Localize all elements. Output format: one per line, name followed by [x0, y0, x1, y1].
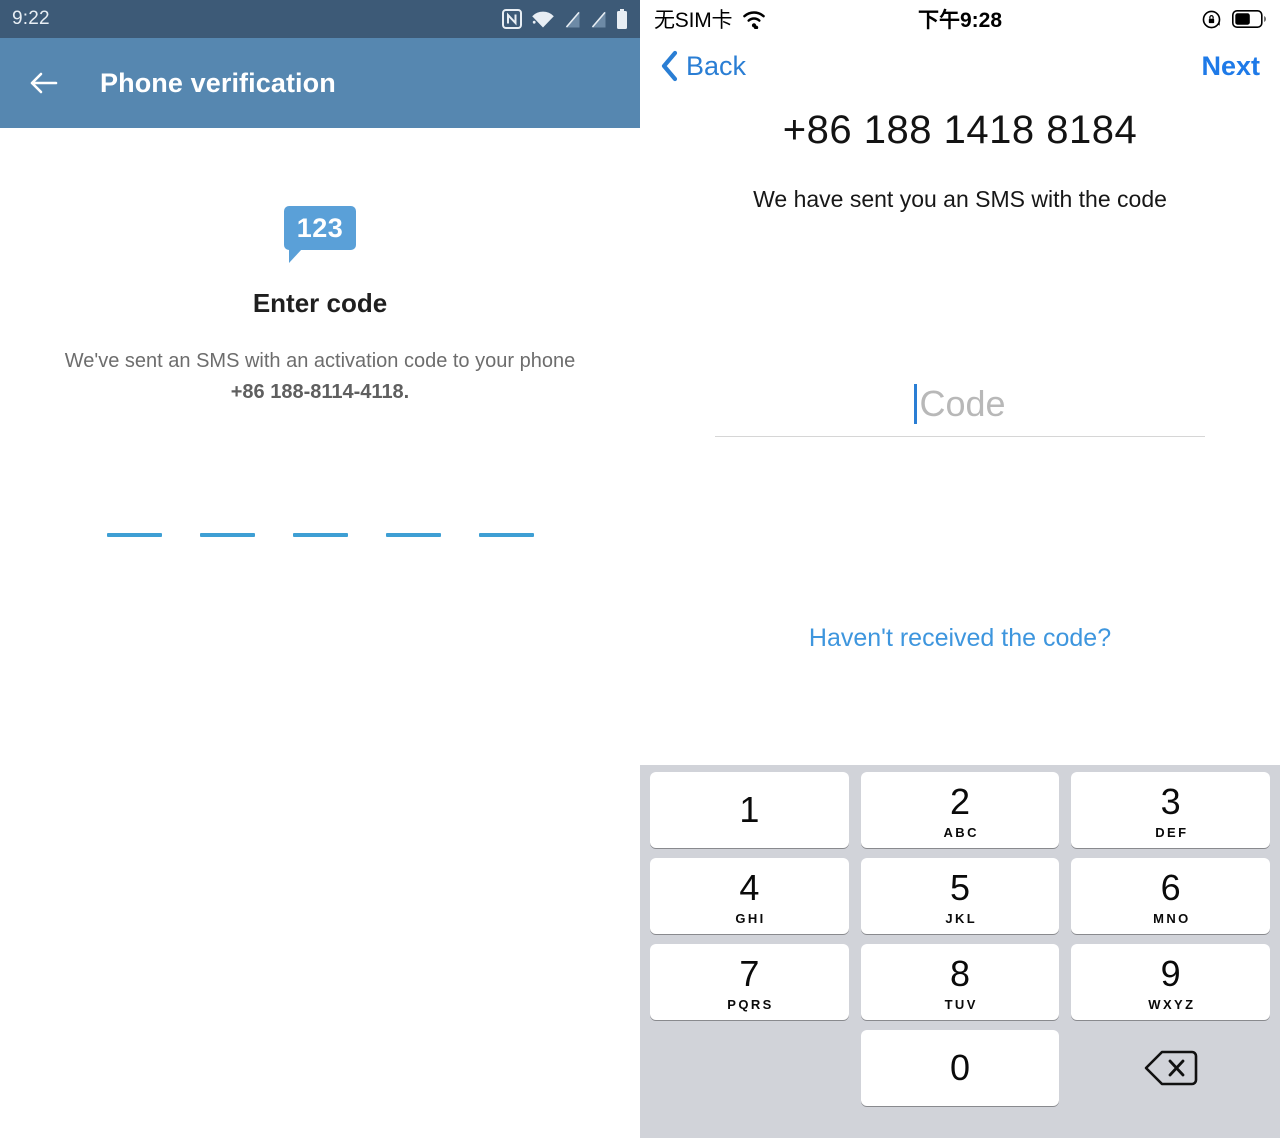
key-2-digit: 2 [949, 780, 971, 822]
key-9-digit: 9 [1160, 952, 1181, 994]
key-5[interactable]: 5 JKL [860, 858, 1060, 934]
ios-status-bar: 无SIM卡 下午9:28 [640, 0, 1280, 38]
wifi-icon [743, 11, 766, 29]
status-bar-icon-group [502, 8, 628, 30]
nfc-icon [502, 9, 522, 29]
backspace-icon [1144, 1050, 1197, 1086]
carrier-group: 无SIM卡 [654, 4, 767, 34]
key-3-letters: DEF [1155, 824, 1189, 840]
back-button[interactable]: Back [660, 50, 746, 82]
key-6-digit: 6 [1160, 866, 1181, 908]
key-2[interactable]: 2 ABC [860, 772, 1060, 848]
key-1[interactable]: 1 [650, 772, 849, 848]
keyboard-row-3: 7 PQRS 8 TUV 9 WXYZ [650, 944, 1271, 1020]
carrier-label: 无SIM卡 [654, 9, 733, 32]
chevron-left-icon [661, 50, 678, 82]
key-1-digit: 1 [739, 789, 760, 830]
battery-icon [617, 8, 627, 29]
key-7-letters: PQRS [727, 996, 774, 1012]
enter-code-description: We've sent an SMS with an activation cod… [0, 346, 640, 408]
sms-sent-subtitle: We have sent you an SMS with the code [753, 186, 1167, 212]
keyboard-row-2: 4 GHI 5 JKL 6 MNO [650, 858, 1271, 934]
sms-bubble-tail [289, 249, 302, 263]
phone-number-heading: +86 188 1418 8184 [782, 108, 1138, 152]
rotation-lock-icon [1202, 10, 1221, 28]
back-button-label: Back [686, 50, 747, 81]
no-signal-icon [565, 11, 580, 28]
description-phone-number: +86 188-8114-4118. [230, 381, 410, 403]
code-input-underline [715, 436, 1205, 437]
screenshot-root: 9:22 Phone verification 123 Enter code W… [0, 0, 1280, 1138]
key-7[interactable]: 7 PQRS [650, 944, 849, 1020]
page-title: Phone verification [100, 67, 336, 98]
wifi-icon [532, 11, 554, 27]
key-8-letters: TUV [944, 996, 978, 1012]
code-slot-3[interactable] [292, 533, 348, 537]
next-button[interactable]: Next [1201, 51, 1260, 82]
key-4[interactable]: 4 GHI [650, 858, 849, 934]
keyboard-row-4: 0 [650, 1030, 1270, 1106]
key-backspace[interactable] [1071, 1030, 1270, 1106]
key-9-letters: WXYZ [1148, 996, 1196, 1012]
key-6-letters: MNO [1153, 910, 1191, 926]
ios-numeric-keyboard: 1 2 ABC 3 DEF 4 GHI 5 JKL 6 MNO 7 PQRS 8… [640, 765, 1280, 1138]
enter-code-heading: Enter code [252, 288, 388, 318]
code-input-field[interactable]: Code [715, 372, 1205, 437]
sms-bubble-body: 123 [284, 206, 356, 250]
android-phone-verification-screen: 9:22 Phone verification 123 Enter code W… [0, 0, 640, 1138]
key-6[interactable]: 6 MNO [1071, 858, 1271, 934]
sms-bubble-label: 123 [296, 212, 344, 243]
code-slot-2[interactable] [199, 533, 255, 537]
code-slot-1[interactable] [106, 533, 162, 537]
keyboard-row-1: 1 2 ABC 3 DEF [650, 772, 1271, 848]
key-8-digit: 8 [949, 952, 971, 994]
resend-code-link[interactable]: Haven't received the code? [640, 624, 1280, 653]
code-slot-5[interactable] [478, 533, 534, 537]
android-app-bar: Phone verification [0, 38, 640, 128]
text-caret [914, 384, 918, 424]
key-5-letters: JKL [945, 910, 978, 926]
code-input-dashes[interactable] [0, 533, 640, 537]
key-8[interactable]: 8 TUV [860, 944, 1060, 1020]
key-7-digit: 7 [739, 952, 760, 994]
back-arrow-icon[interactable] [26, 66, 60, 100]
key-5-digit: 5 [949, 866, 971, 908]
key-0[interactable]: 0 [860, 1030, 1060, 1106]
description-text: We've sent an SMS with an activation cod… [64, 350, 576, 372]
no-signal-icon [591, 11, 606, 28]
battery-icon [1232, 10, 1266, 28]
code-input-row[interactable]: Code [715, 372, 1205, 436]
key-4-digit: 4 [739, 866, 760, 908]
keyboard-spacer [650, 1030, 849, 1106]
key-9[interactable]: 9 WXYZ [1071, 944, 1271, 1020]
key-2-letters: ABC [943, 824, 979, 840]
ios-nav-bar: Back Next [640, 38, 1280, 94]
ios-phone-verification-screen: 无SIM卡 下午9:28 Back Next +86 188 1418 8184… [640, 0, 1280, 1138]
code-slot-4[interactable] [385, 533, 441, 537]
status-bar-clock: 9:22 [12, 8, 50, 29]
key-3-digit: 3 [1160, 780, 1181, 822]
code-input-placeholder: Code [919, 383, 1006, 424]
sms-123-bubble-icon: 123 [284, 206, 356, 263]
key-0-digit: 0 [949, 1047, 971, 1088]
key-4-letters: GHI [735, 910, 766, 926]
android-status-bar: 9:22 [0, 0, 640, 38]
status-bar-right-icons [1201, 9, 1266, 30]
key-3[interactable]: 3 DEF [1071, 772, 1271, 848]
